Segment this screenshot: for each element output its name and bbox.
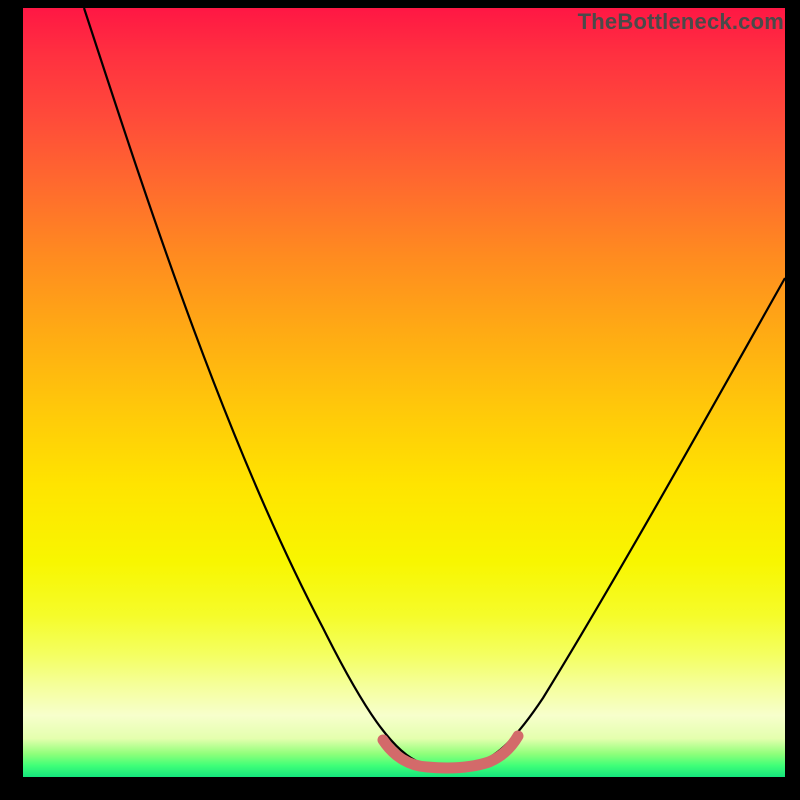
bottleneck-curve: [84, 8, 785, 767]
chart-frame: TheBottleneck.com: [0, 0, 800, 800]
watermark-text: TheBottleneck.com: [578, 9, 784, 35]
chart-svg: [23, 8, 785, 777]
plot-area: [23, 8, 785, 777]
